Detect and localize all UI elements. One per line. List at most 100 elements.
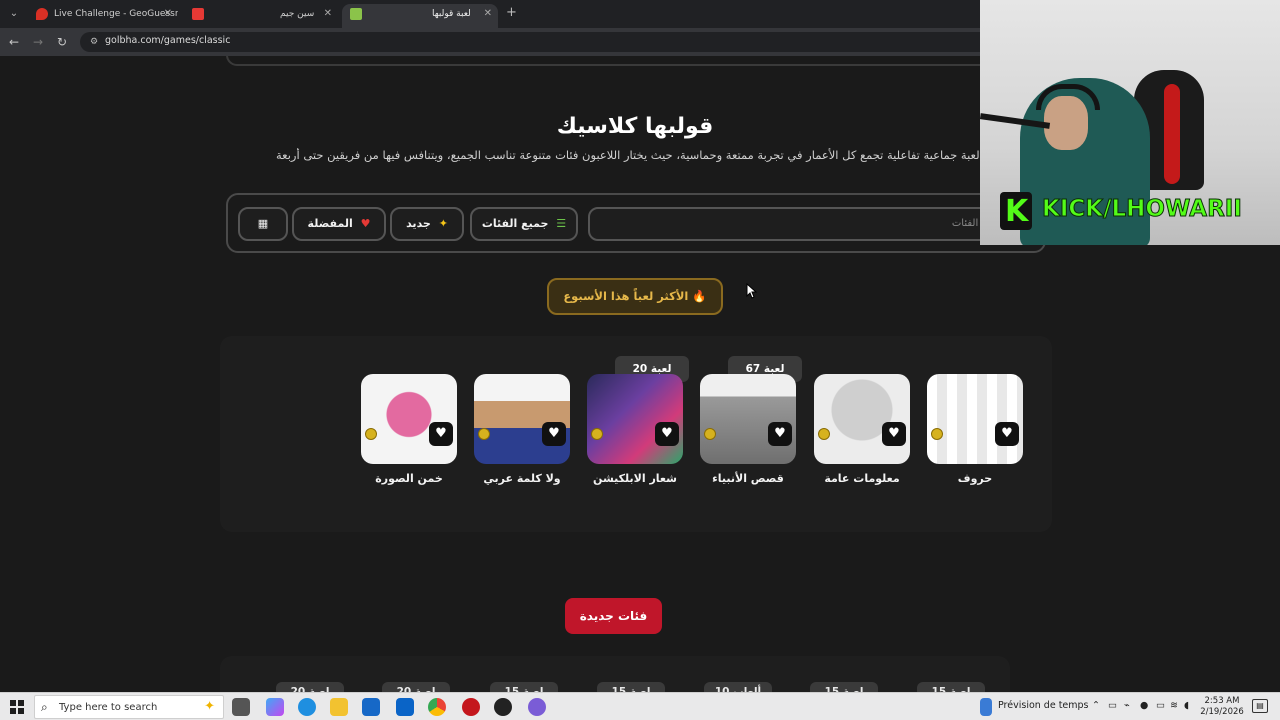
address-bar[interactable]: ⚙ golbha.com/games/classic	[80, 32, 1000, 52]
page-title: قولبها كلاسيك	[556, 114, 714, 139]
tab-golbha[interactable]: لعبة قولبها ✕	[342, 4, 498, 28]
copilot-icon[interactable]	[266, 698, 284, 716]
heart-icon[interactable]: ♥	[995, 422, 1019, 446]
card-name: حروف	[957, 472, 993, 485]
geoguessr-favicon-icon	[36, 8, 48, 20]
coin-icon	[818, 428, 830, 440]
tab-close-icon[interactable]: ✕	[164, 4, 172, 24]
list-icon: ☰	[556, 217, 567, 230]
filter-bar: ▦ المفضلة ♥ جديد ✦ جميع الفئات ☰ ابحث عن…	[226, 193, 1046, 253]
obs-icon[interactable]	[494, 698, 512, 716]
kick-channel-text: KICK/LHOWARII	[1042, 196, 1243, 223]
tab-title: سين جيم	[280, 9, 315, 19]
fire-icon: 🔥	[692, 289, 707, 303]
heart-icon[interactable]: ♥	[542, 422, 566, 446]
microphone-icon[interactable]: ●	[1140, 700, 1148, 711]
tray-chevron-icon[interactable]: ⌃	[1092, 700, 1100, 711]
search-icon: ⌕	[41, 700, 48, 714]
volume-icon[interactable]: ◖	[1184, 700, 1189, 711]
weather-icon[interactable]	[980, 698, 992, 716]
clock-time: 2:53 AM	[1204, 696, 1240, 706]
tab-close-icon[interactable]: ✕	[324, 4, 332, 24]
card-name: ولا كلمة عربي	[483, 472, 561, 485]
all-categories-button[interactable]: جميع الفئات ☰	[470, 207, 578, 241]
taskbar-search-input[interactable]: ⌕ Type here to search ✦	[34, 695, 224, 719]
most-played-label: الأكثر لعباً هذا الأسبوع	[563, 289, 689, 303]
card-thumbnail: ♥	[927, 374, 1023, 464]
wifi-icon[interactable]: ≋	[1170, 700, 1178, 711]
heart-icon[interactable]: ♥	[655, 422, 679, 446]
site-info-icon[interactable]: ⚙	[88, 36, 100, 48]
coin-icon	[478, 428, 490, 440]
card-name: معلومات عامة	[824, 472, 900, 485]
category-card-general-knowledge[interactable]: ♥ معلومات عامة	[814, 374, 910, 485]
heart-icon: ♥	[360, 217, 371, 230]
store-icon[interactable]	[362, 698, 380, 716]
kick-logo-icon	[1000, 192, 1032, 230]
card-thumbnail: ♥	[361, 374, 457, 464]
favorites-button[interactable]: المفضلة ♥	[292, 207, 386, 241]
coin-icon	[591, 428, 603, 440]
category-card-guess-image[interactable]: ♥ خمن الصورة	[361, 374, 457, 485]
system-clock[interactable]: 2:53 AM 2/19/2026	[1200, 696, 1244, 718]
forward-arrow-icon[interactable]: →	[30, 34, 46, 50]
new-label: جديد	[406, 217, 431, 230]
sparkles-icon: ✦	[438, 217, 448, 230]
card-name: شعار الابلكيشن	[593, 472, 677, 485]
card-thumbnail: ♥	[587, 374, 683, 464]
category-card-letters[interactable]: ♥ حروف	[927, 374, 1023, 485]
category-cards-panel: ♥ خمن الصورة ♥ ولا كلمة عربي 20 لعبة ♥ ش…	[220, 336, 1052, 532]
display-icon[interactable]: ▭	[1156, 700, 1165, 711]
coin-icon	[704, 428, 716, 440]
heart-icon[interactable]: ♥	[768, 422, 792, 446]
taskbar-search-placeholder: Type here to search	[59, 702, 158, 713]
tab-seen-jeem[interactable]: سين جيم ✕	[184, 4, 338, 28]
previous-section-border	[226, 56, 1046, 66]
seen-jeem-favicon-icon	[192, 8, 204, 20]
favorites-label: المفضلة	[307, 217, 353, 230]
weather-text[interactable]: Prévision de temps	[998, 700, 1089, 711]
tab-search-chevron-icon[interactable]: ⌄	[6, 6, 22, 22]
windows-taskbar: ⌕ Type here to search ✦ Prévision de tem…	[0, 692, 1280, 720]
coin-icon	[365, 428, 377, 440]
page-subtitle: لعبة جماعية تفاعلية تجمع كل الأعمار في ت…	[276, 148, 980, 162]
most-played-week-button[interactable]: الأكثر لعباً هذا الأسبوع 🔥	[547, 278, 723, 315]
mouse-cursor-icon	[746, 282, 758, 303]
new-filter-button[interactable]: جديد ✦	[390, 207, 464, 241]
app-icon[interactable]	[528, 698, 546, 716]
golbha-favicon-icon	[350, 8, 362, 20]
chrome-icon[interactable]	[428, 698, 446, 716]
card-thumbnail: ♥	[814, 374, 910, 464]
edge-browser-icon[interactable]	[298, 698, 316, 716]
grid-view-button[interactable]: ▦	[238, 207, 288, 241]
coin-icon	[931, 428, 943, 440]
all-categories-label: جميع الفئات	[481, 217, 549, 230]
category-card-prophets-stories[interactable]: 67 لعبة ♥ قصص الأنبياء	[700, 356, 802, 485]
heart-icon[interactable]: ♥	[882, 422, 906, 446]
network-icon[interactable]: ⌁	[1124, 700, 1130, 711]
mail-icon[interactable]	[396, 698, 414, 716]
copilot-sparkle-icon: ✦	[204, 699, 215, 714]
red-app-icon[interactable]	[462, 698, 480, 716]
new-tab-button[interactable]: +	[506, 5, 517, 20]
tab-title: لعبة قولبها	[432, 9, 471, 19]
card-thumbnail: ♥	[700, 374, 796, 464]
file-explorer-icon[interactable]	[330, 698, 348, 716]
tab-geoguessr[interactable]: Live Challenge - GeoGuessr ✕	[28, 4, 178, 28]
reload-icon[interactable]: ↻	[54, 34, 70, 50]
back-arrow-icon[interactable]: ←	[6, 34, 22, 50]
heart-icon[interactable]: ♥	[429, 422, 453, 446]
windows-start-icon[interactable]	[10, 700, 24, 714]
tab-title: Live Challenge - GeoGuessr	[54, 9, 178, 19]
tray-icon[interactable]: ▭	[1108, 700, 1117, 711]
card-name: قصص الأنبياء	[712, 472, 784, 485]
category-search-input[interactable]: ابحث عن الفئات	[588, 207, 1034, 241]
category-card-no-arabic-word[interactable]: ♥ ولا كلمة عربي	[474, 374, 570, 485]
category-card-app-logos[interactable]: 20 لعبة ♥ شعار الابلكيشن	[587, 356, 689, 485]
task-view-icon[interactable]	[232, 698, 250, 716]
clock-date: 2/19/2026	[1200, 707, 1244, 717]
tab-close-icon[interactable]: ✕	[484, 4, 492, 24]
gaming-chair-stripe	[1164, 84, 1180, 184]
notification-icon[interactable]: ▤	[1252, 699, 1268, 713]
new-categories-button[interactable]: فئات جديدة	[565, 598, 662, 634]
